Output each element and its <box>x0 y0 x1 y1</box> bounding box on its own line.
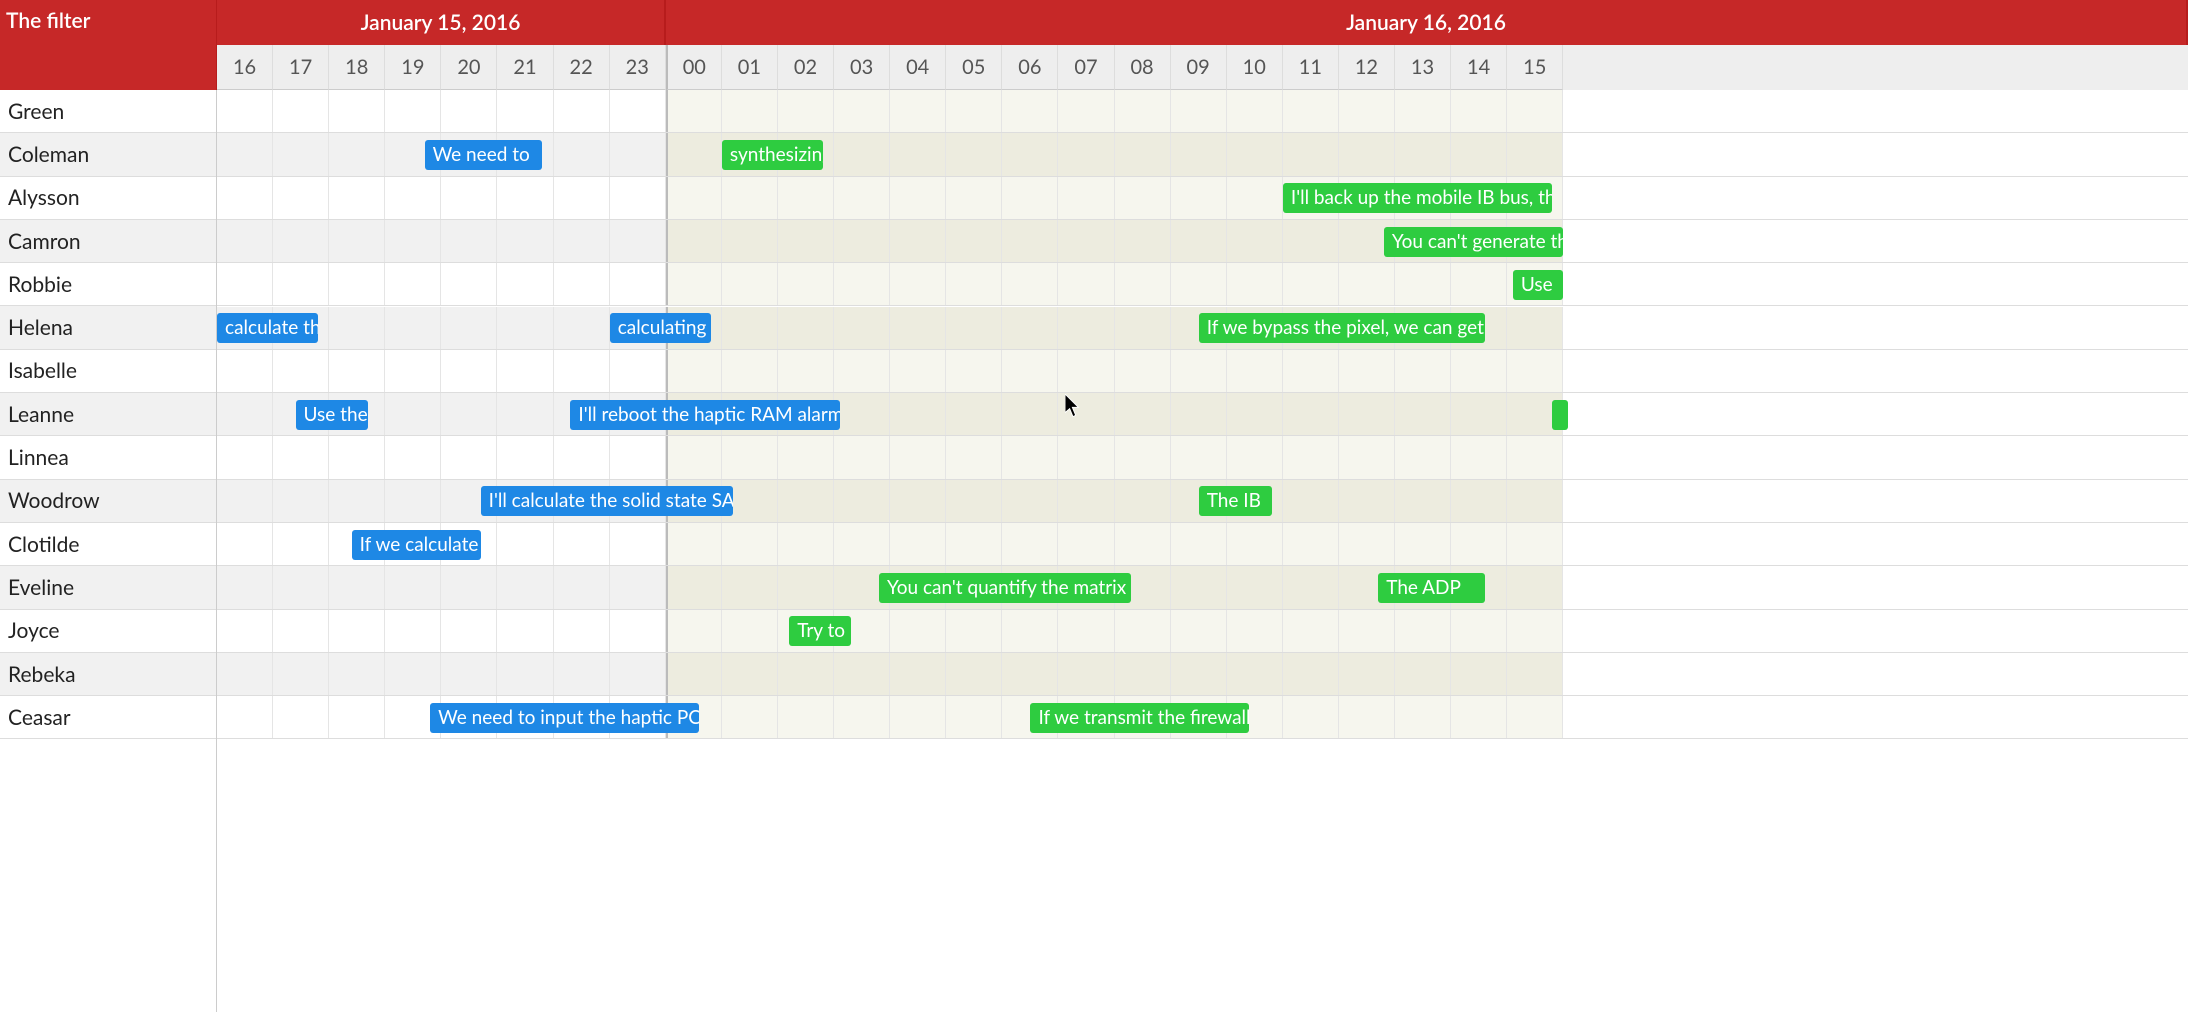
hour-header-cell[interactable]: 13 <box>1395 45 1451 90</box>
hour-header-cell[interactable]: 07 <box>1058 45 1114 90</box>
event-bar[interactable]: You can't generate the <box>1384 227 1564 257</box>
hour-header-row: 1617181920212223000102030405060708091011… <box>217 45 2188 90</box>
event-bar[interactable]: We need to <box>425 140 543 170</box>
event-bar[interactable]: Try to <box>789 616 851 646</box>
event-bar[interactable]: Use the <box>296 400 369 430</box>
hour-header-cell[interactable]: 00 <box>666 45 722 90</box>
hour-header-cell[interactable]: 11 <box>1283 45 1339 90</box>
hour-header-cell[interactable]: 23 <box>610 45 666 90</box>
day-header-cell[interactable]: January 15, 2016 <box>217 0 666 45</box>
hour-header-cell[interactable]: 18 <box>329 45 385 90</box>
hour-header-cell[interactable]: 19 <box>385 45 441 90</box>
event-bar[interactable]: You can't quantify the matrix <box>879 573 1131 603</box>
hour-header-cell[interactable]: 15 <box>1507 45 1563 90</box>
hour-header-cell[interactable]: 08 <box>1115 45 1171 90</box>
resource-row-label[interactable]: Clotilde <box>0 523 216 566</box>
hour-header-cell[interactable]: 17 <box>273 45 329 90</box>
hour-header-cell[interactable]: 20 <box>441 45 497 90</box>
hour-header-cell[interactable]: 16 <box>217 45 273 90</box>
hour-header-cell[interactable]: 12 <box>1339 45 1395 90</box>
resource-row-label[interactable]: Eveline <box>0 566 216 609</box>
resource-row-label[interactable]: Linnea <box>0 436 216 479</box>
event-bar[interactable]: If we transmit the firewall, <box>1030 703 1249 733</box>
resource-row-label[interactable]: Camron <box>0 220 216 263</box>
event-bar[interactable]: I'll reboot the haptic RAM alarm, <box>570 400 839 430</box>
scheduler-body: GreenColemanAlyssonCamronRobbieHelenaIsa… <box>0 90 2188 1012</box>
resource-row-label[interactable]: Isabelle <box>0 350 216 393</box>
filter-title-text: The filter <box>6 8 90 33</box>
hour-header-cell[interactable]: 06 <box>1002 45 1058 90</box>
hour-header-cell[interactable]: 01 <box>722 45 778 90</box>
event-bar[interactable]: synthesizing <box>722 140 823 170</box>
event-bar[interactable] <box>1552 400 1568 430</box>
timeline-grid[interactable]: We need to synthesizing I'll back up the m… <box>217 90 2188 740</box>
event-bar[interactable]: I'll calculate the solid state SAS <box>481 486 733 516</box>
event-bar[interactable]: calculating <box>610 313 711 343</box>
resource-row-label[interactable]: Ceasar <box>0 696 216 739</box>
event-bar[interactable]: The ADP <box>1378 573 1485 603</box>
event-bar[interactable]: If we bypass the pixel, we can get to <box>1199 313 1485 343</box>
hour-header-cell[interactable]: 10 <box>1227 45 1283 90</box>
resource-row-label[interactable]: Woodrow <box>0 480 216 523</box>
resource-row-label[interactable]: Joyce <box>0 610 216 653</box>
event-bar[interactable]: I'll back up the mobile IB bus, that <box>1283 183 1552 213</box>
resource-row-label[interactable]: Rebeka <box>0 653 216 696</box>
hour-header-cell[interactable]: 04 <box>890 45 946 90</box>
row-labels-column: GreenColemanAlyssonCamronRobbieHelenaIsa… <box>0 90 217 1012</box>
event-bar[interactable]: We need to input the haptic PCI <box>430 703 699 733</box>
hour-header-cell[interactable]: 22 <box>554 45 610 90</box>
hour-header-cell[interactable]: 09 <box>1171 45 1227 90</box>
hour-header-cell[interactable]: 05 <box>946 45 1002 90</box>
resource-row-label[interactable]: Helena <box>0 306 216 349</box>
hour-header-cell[interactable]: 03 <box>834 45 890 90</box>
event-bar[interactable]: If we calculate <box>352 530 481 560</box>
resource-row-label[interactable]: Leanne <box>0 393 216 436</box>
hour-header-cell[interactable]: 02 <box>778 45 834 90</box>
hour-header-cell[interactable]: 14 <box>1451 45 1507 90</box>
resource-row-label[interactable]: Alysson <box>0 177 216 220</box>
event-bar[interactable]: The IB <box>1199 486 1272 516</box>
event-bar[interactable]: calculate the <box>217 313 318 343</box>
scheduler: The filter January 15, 2016 January 16, … <box>0 0 2188 1012</box>
filter-title: The filter <box>0 0 217 90</box>
event-bar[interactable]: Use <box>1513 270 1563 300</box>
day-header-row: January 15, 2016 January 16, 2016 <box>217 0 2188 45</box>
events-layer: We need to synthesizing I'll back up the m… <box>217 90 2188 740</box>
resource-row-label[interactable]: Coleman <box>0 133 216 176</box>
day-header-cell[interactable]: January 16, 2016 <box>666 0 2188 45</box>
resource-row-label[interactable]: Green <box>0 90 216 133</box>
hour-header-cell[interactable]: 21 <box>497 45 553 90</box>
resource-row-label[interactable]: Robbie <box>0 263 216 306</box>
